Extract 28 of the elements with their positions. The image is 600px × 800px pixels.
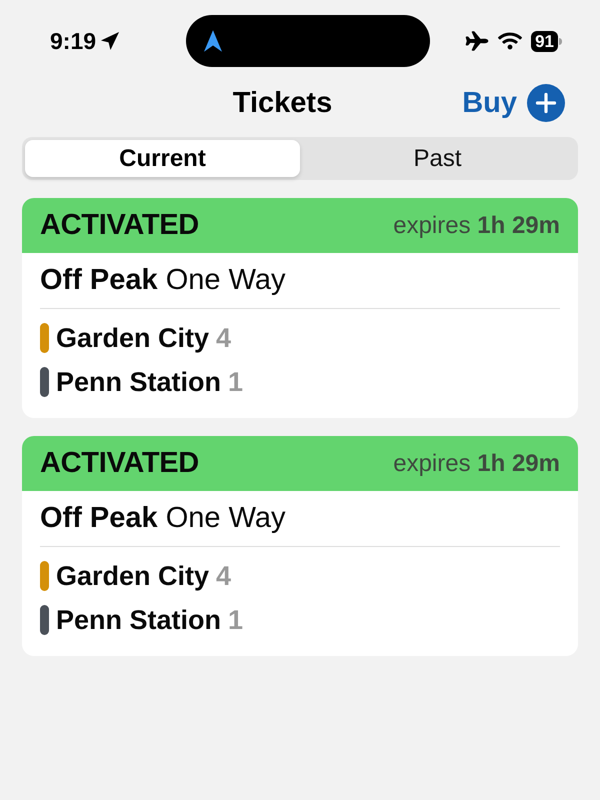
- segment-tab[interactable]: Current: [25, 140, 300, 177]
- expiry-time: expires 1h 29m: [393, 214, 560, 238]
- stop-name: Penn Station: [56, 368, 222, 396]
- zone-number: 4: [216, 562, 232, 590]
- airplane-icon: [465, 29, 490, 53]
- page-title: Tickets: [232, 88, 332, 118]
- zone-number: 1: [228, 368, 244, 396]
- battery-level: 91: [531, 30, 558, 52]
- expiry-time: expires 1h 29m: [393, 452, 560, 476]
- battery-cap-icon: [558, 38, 562, 44]
- zone-number: 1: [228, 606, 244, 634]
- ticket-status: ACTIVATED: [40, 211, 199, 240]
- ticket-status: ACTIVATED: [40, 449, 199, 478]
- stop-name: Penn Station: [56, 606, 222, 634]
- wifi-icon: [498, 30, 522, 52]
- status-time: 9:19: [50, 30, 96, 52]
- buy-button[interactable]: Buy: [462, 84, 565, 122]
- plus-circle-icon: [527, 84, 565, 122]
- stop-name: Garden City: [56, 324, 210, 352]
- stop-name: Garden City: [56, 562, 210, 590]
- ticket-card[interactable]: ACTIVATED expires 1h 29m Off Peak One Way Garden City 4 Penn Station 1: [22, 198, 578, 418]
- ticket-type: Off Peak One Way: [40, 266, 286, 295]
- segment-tab[interactable]: Past: [300, 140, 575, 177]
- ticket-type: Off Peak One Way: [40, 504, 286, 533]
- navigation-arrow-icon: [204, 30, 222, 52]
- zone-number: 4: [216, 324, 232, 352]
- location-arrow-icon: [100, 31, 120, 51]
- ticket-card[interactable]: ACTIVATED expires 1h 29m Off Peak One Way Garden City 4 Penn Station 1: [22, 436, 578, 656]
